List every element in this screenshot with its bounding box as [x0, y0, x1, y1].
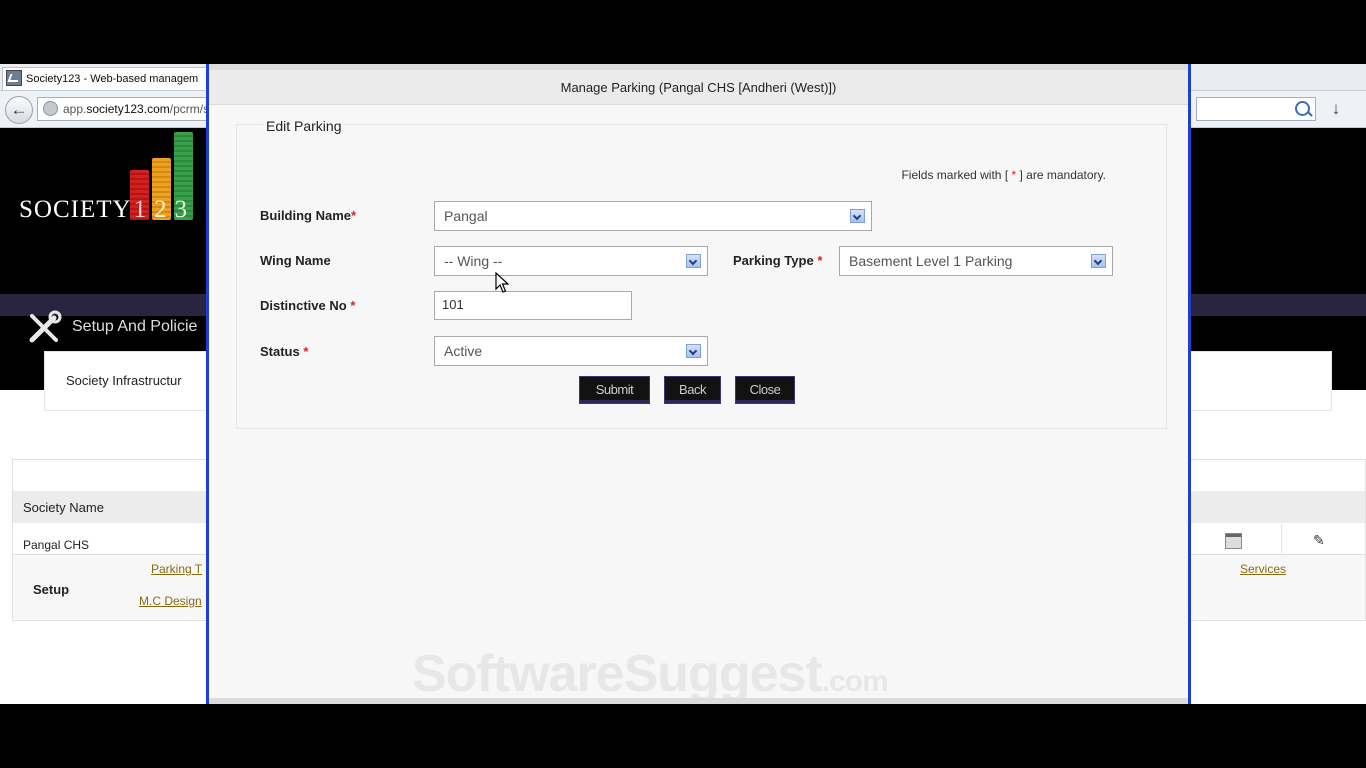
- logo-digit-3: 3: [174, 196, 189, 223]
- chevron-down-icon[interactable]: [1091, 254, 1106, 268]
- wing-name-select[interactable]: -- Wing --: [434, 246, 708, 276]
- parking-type-select[interactable]: Basement Level 1 Parking: [839, 246, 1113, 276]
- logo-text: SOCIETY: [19, 196, 132, 223]
- page-favicon-icon: [6, 70, 22, 87]
- watermark-main: SoftwareSuggest: [412, 645, 823, 703]
- building-name-value: Pangal: [444, 208, 488, 224]
- building-name-label-text: Building Name: [260, 208, 352, 223]
- logo-digit-1: 1: [133, 196, 148, 223]
- chevron-down-icon[interactable]: [686, 344, 701, 358]
- building-name-select[interactable]: Pangal: [434, 201, 872, 231]
- wing-name-label: Wing Name: [260, 253, 331, 268]
- browser-search-box[interactable]: [1196, 97, 1316, 121]
- wing-name-value: -- Wing --: [444, 253, 503, 269]
- logo[interactable]: SOCIETY1 2 3: [19, 196, 188, 224]
- link-services[interactable]: Services: [1240, 562, 1286, 576]
- watermark-suffix: .com: [821, 665, 889, 698]
- tab-title: Society123 - Web-based managem: [26, 73, 199, 85]
- distinctive-no-label-text: Distinctive No: [260, 298, 347, 313]
- status-value: Active: [444, 343, 483, 359]
- logo-digit-2: 2: [154, 196, 168, 223]
- mandatory-note: Fields marked with [ * ] are mandatory.: [901, 168, 1106, 182]
- distinctive-no-input[interactable]: 101: [434, 291, 632, 320]
- infrastructure-label: Society Infrastructur: [66, 373, 182, 388]
- distinctive-no-required-mark: *: [350, 298, 356, 313]
- setup-label: Setup: [33, 582, 70, 597]
- mandatory-note-suffix: ] are mandatory.: [1016, 168, 1107, 182]
- url-prefix: app.: [63, 102, 87, 116]
- browser-tab[interactable]: Society123 - Web-based managem: [2, 67, 210, 90]
- submit-button[interactable]: Submit: [579, 376, 650, 404]
- globe-icon: [43, 101, 58, 117]
- status-required-mark: *: [303, 344, 309, 359]
- parking-type-value: Basement Level 1 Parking: [849, 253, 1013, 269]
- distinctive-no-label: Distinctive No *: [260, 298, 355, 313]
- building-name-label: Building Name*: [260, 208, 356, 223]
- building-name-required-mark: *: [351, 208, 357, 223]
- link-mc-design[interactable]: M.C Design: [139, 594, 202, 608]
- watermark: SoftwareSuggest.com: [412, 644, 889, 704]
- cell-society-name: Pangal CHS: [23, 538, 90, 552]
- calendar-icon[interactable]: [1225, 533, 1242, 549]
- screen: Society123 - Web-based managem ← app.soc…: [0, 64, 1366, 704]
- url-path: /pcrm/s: [169, 102, 210, 116]
- close-button[interactable]: Close: [735, 376, 795, 404]
- parking-type-label: Parking Type *: [733, 253, 822, 268]
- parking-type-required-mark: *: [817, 253, 823, 268]
- mouse-cursor-icon: [495, 272, 509, 293]
- wrench-screwdriver-icon: [29, 310, 62, 343]
- search-icon[interactable]: [1295, 101, 1310, 116]
- status-label-text: Status: [260, 344, 300, 359]
- edit-pencil-icon[interactable]: ✎: [1313, 532, 1325, 549]
- chevron-down-icon[interactable]: [686, 254, 701, 268]
- download-icon[interactable]: ↓: [1325, 98, 1347, 120]
- menu-setup-and-policies[interactable]: Setup And Policie: [72, 318, 197, 336]
- back-arrow-icon[interactable]: ←: [5, 96, 33, 124]
- mandatory-note-prefix: Fields marked with [: [901, 168, 1012, 182]
- url-host: society123.com: [86, 102, 170, 116]
- modal-bottom-strip: [209, 698, 1188, 704]
- status-label: Status *: [260, 344, 308, 359]
- column-divider: [1281, 524, 1282, 554]
- manage-parking-modal: Manage Parking (Pangal CHS [Andheri (Wes…: [206, 64, 1191, 704]
- parking-type-label-text: Parking Type: [733, 253, 814, 268]
- edit-parking-legend: Edit Parking: [263, 118, 345, 134]
- status-select[interactable]: Active: [434, 336, 708, 366]
- back-button[interactable]: Back: [664, 376, 721, 404]
- link-parking-types[interactable]: Parking T: [151, 562, 202, 576]
- header-society-name: Society Name: [23, 500, 104, 515]
- chevron-down-icon[interactable]: [850, 209, 865, 223]
- modal-title: Manage Parking (Pangal CHS [Andheri (Wes…: [209, 70, 1188, 105]
